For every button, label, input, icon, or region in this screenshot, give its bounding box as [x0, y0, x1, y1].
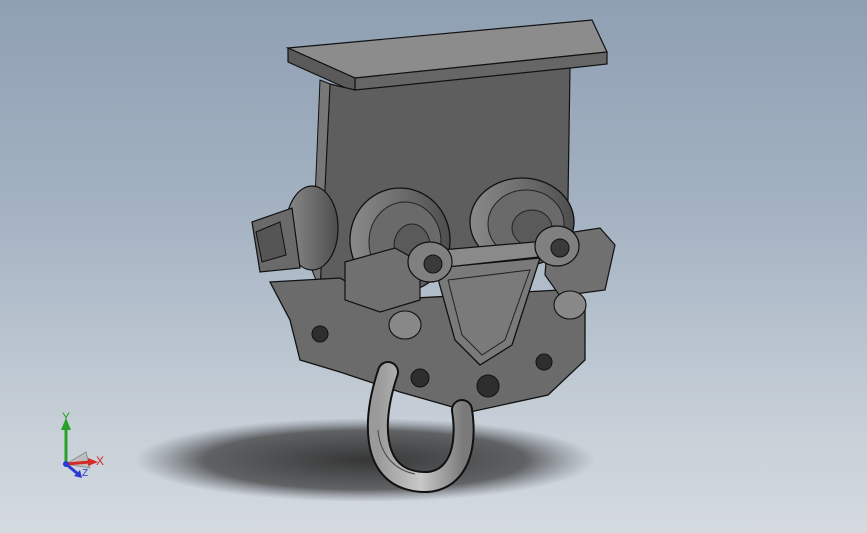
bolt-hole-1	[311, 325, 329, 343]
bolt-hole-2	[410, 368, 430, 388]
ground-shadow	[135, 418, 595, 502]
triad-graphic	[61, 418, 98, 478]
frame-body	[268, 277, 586, 413]
bolt-hole-4	[535, 353, 553, 371]
pivot-left	[407, 241, 453, 283]
graphics-viewport[interactable]: Y X Z	[0, 0, 867, 533]
roller-left	[388, 310, 422, 340]
axis-triad[interactable]: Y X Z	[40, 408, 120, 488]
axis-z-label: Z	[82, 468, 89, 479]
trolley-model[interactable]	[0, 0, 867, 533]
bolt-hole-3	[476, 374, 500, 398]
axis-y-label: Y	[62, 410, 71, 424]
axis-x-label: X	[96, 454, 105, 468]
roller-right	[553, 290, 587, 320]
pivot-right	[534, 225, 580, 267]
